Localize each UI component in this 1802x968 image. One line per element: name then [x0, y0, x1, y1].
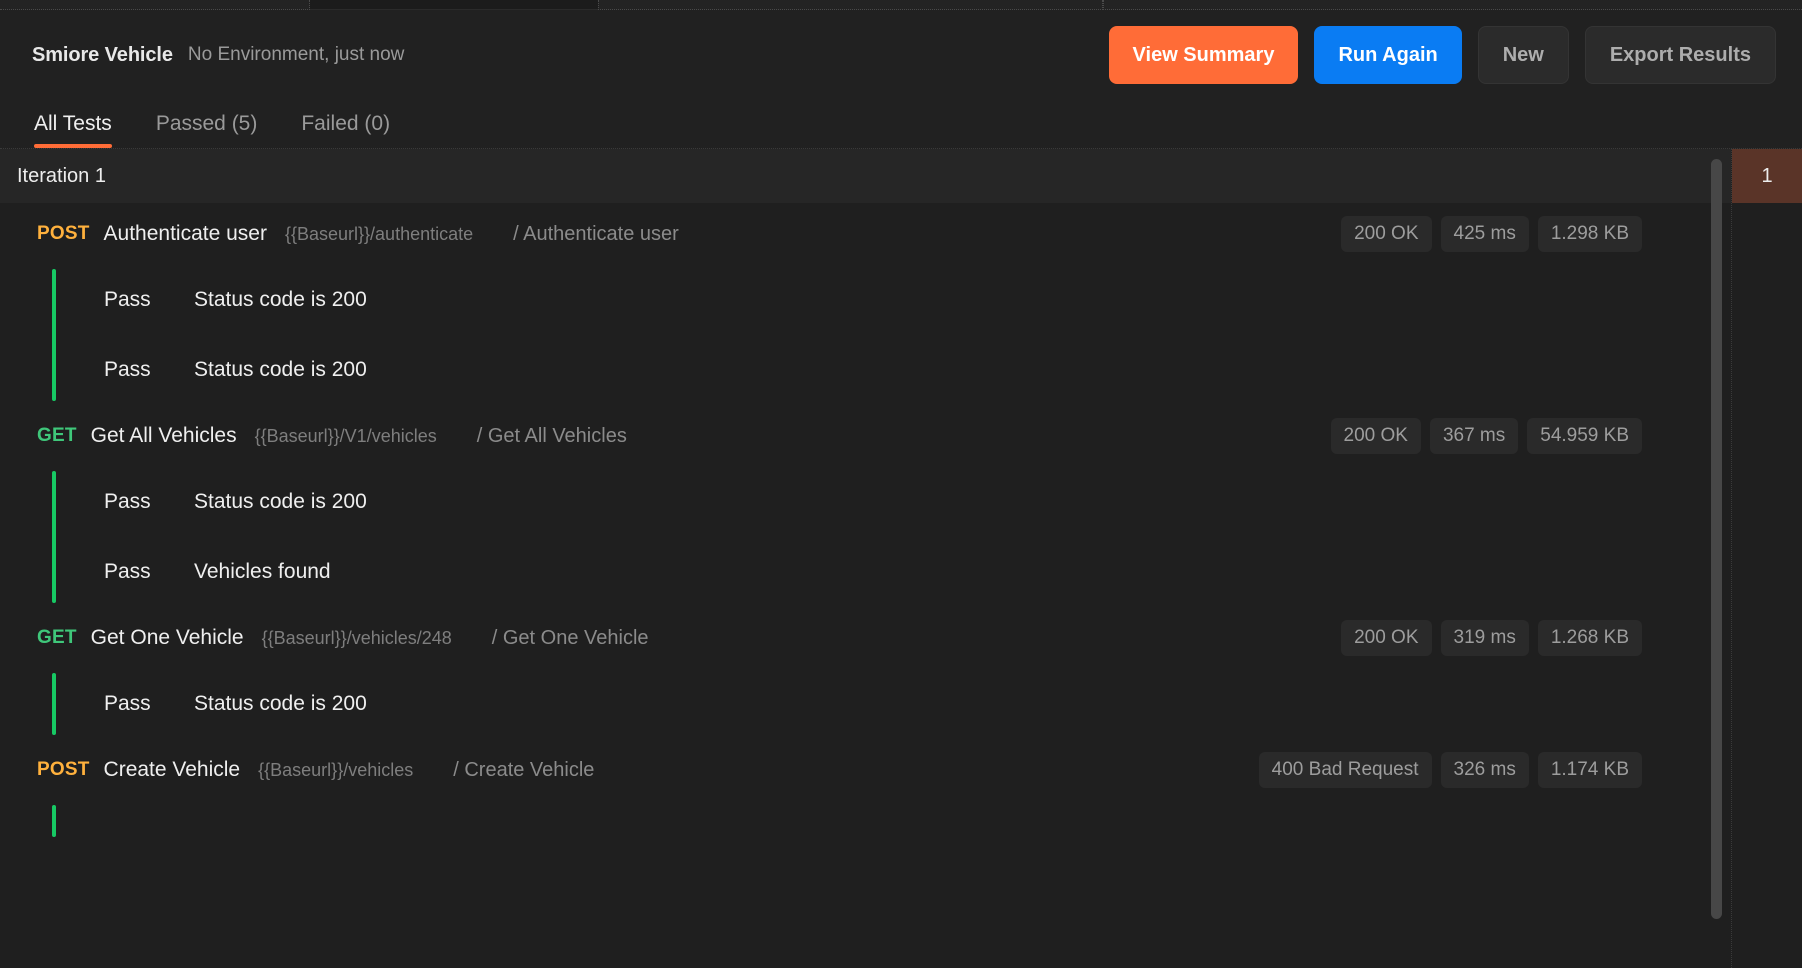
assertion-text: Status code is 200	[194, 288, 367, 311]
request-row[interactable]: POST Create Vehicle {{Baseurl}}/vehicles / …	[0, 739, 1731, 801]
response-size-badge: 1.298 KB	[1537, 216, 1642, 252]
assertion-row: Pass Status code is 200	[52, 265, 1731, 335]
request-group: POST Create Vehicle {{Baseurl}}/vehicles / …	[0, 739, 1731, 841]
run-meta: No Environment, just now	[187, 44, 405, 65]
request-name: Get All Vehicles	[90, 424, 237, 447]
request-list: POST Authenticate user {{Baseurl}}/authent…	[0, 203, 1731, 841]
results-pane: Iteration 1 POST Authenticate user {{Baseu…	[0, 149, 1732, 968]
assertion-result: Pass	[104, 490, 151, 513]
runner-results-window: Smiore Vehicle No Environment, just now …	[0, 0, 1802, 968]
response-time-badge: 425 ms	[1440, 216, 1529, 252]
request-url: {{Baseurl}}/authenticate	[284, 223, 474, 244]
response-time-badge: 319 ms	[1440, 620, 1529, 656]
request-badges: 200 OK 367 ms 54.959 KB	[1330, 418, 1732, 454]
request-group: GET Get One Vehicle {{Baseurl}}/vehicles/2…	[0, 607, 1731, 739]
runner-header-top: Smiore Vehicle No Environment, just now …	[32, 24, 1776, 86]
request-folder-path: / Authenticate user	[513, 222, 679, 245]
view-summary-button[interactable]: View Summary	[1108, 26, 1299, 84]
results-scrollbar-thumb[interactable]	[1711, 159, 1722, 919]
request-method: POST	[37, 759, 90, 780]
results-scrollbar[interactable]	[1709, 149, 1723, 968]
request-row[interactable]: GET Get All Vehicles {{Baseurl}}/V1/vehicl…	[0, 405, 1731, 467]
assertion-row: Pass Status code is 200	[52, 669, 1731, 739]
assertion-list: Pass Status code is 200 Pass Vehicles found	[0, 467, 1731, 607]
assertion-pass-bar	[52, 673, 56, 735]
results-tabs: All Tests Passed (5) Failed (0)	[32, 86, 1776, 148]
status-badge: 200 OK	[1330, 418, 1421, 454]
assertion-row: Pass Status code is 200	[52, 467, 1731, 537]
request-url: {{Baseurl}}/vehicles/248	[261, 627, 452, 648]
assertion-pass-bar	[52, 805, 56, 837]
window-tab-ghost-2[interactable]	[598, 0, 1103, 10]
assertion-result: Pass	[104, 358, 151, 381]
request-url: {{Baseurl}}/vehicles	[258, 759, 414, 780]
request-badges: 200 OK 425 ms 1.298 KB	[1341, 216, 1731, 252]
iteration-sidebar: 1	[1732, 149, 1802, 968]
assertion-result: Pass	[104, 692, 151, 715]
assertion-row: Pass Vehicles found	[52, 537, 1731, 607]
assertion-pass-bar	[52, 269, 56, 401]
response-time-badge: 326 ms	[1440, 752, 1529, 788]
request-badges: 200 OK 319 ms 1.268 KB	[1341, 620, 1731, 656]
request-group: POST Authenticate user {{Baseurl}}/authent…	[0, 203, 1731, 405]
sidebar-item-iteration-1[interactable]: 1	[1732, 149, 1802, 203]
export-results-button[interactable]: Export Results	[1584, 26, 1776, 84]
header-actions: View Summary Run Again New Export Result…	[1108, 26, 1776, 84]
request-method: GET	[37, 627, 77, 648]
runner-header: Smiore Vehicle No Environment, just now …	[0, 10, 1802, 148]
response-size-badge: 1.268 KB	[1537, 620, 1642, 656]
request-name: Get One Vehicle	[90, 626, 244, 649]
assertion-result: Pass	[104, 560, 151, 583]
assertion-list: Pass Status code is 200	[0, 669, 1731, 739]
status-badge: 400 Bad Request	[1258, 752, 1432, 788]
tab-passed[interactable]: Passed (5)	[156, 112, 258, 148]
request-name: Create Vehicle	[103, 758, 241, 781]
window-tab-ghost-1[interactable]	[0, 0, 310, 10]
assertion-text: Status code is 200	[194, 692, 367, 715]
iteration-label: Iteration 1	[17, 164, 106, 187]
response-time-badge: 367 ms	[1429, 418, 1519, 454]
status-badge: 200 OK	[1341, 216, 1432, 252]
run-again-button[interactable]: Run Again	[1314, 26, 1462, 84]
assertion-text: Vehicles found	[194, 560, 331, 583]
assertion-text: Status code is 200	[194, 358, 367, 381]
assertion-text: Status code is 200	[194, 490, 367, 513]
request-name: Authenticate user	[103, 222, 267, 245]
response-size-badge: 1.174 KB	[1537, 752, 1642, 788]
iteration-header: Iteration 1	[0, 149, 1731, 203]
assertion-result: Pass	[104, 288, 151, 311]
request-folder-path: / Get One Vehicle	[491, 626, 649, 649]
assertion-row: Pass Status code is 200	[52, 335, 1731, 405]
request-row[interactable]: POST Authenticate user {{Baseurl}}/authent…	[0, 203, 1731, 265]
request-method: POST	[37, 223, 90, 244]
request-folder-path: / Get All Vehicles	[476, 424, 627, 447]
tab-failed[interactable]: Failed (0)	[301, 112, 390, 148]
request-badges: 400 Bad Request 326 ms 1.174 KB	[1258, 752, 1731, 788]
status-badge: 200 OK	[1341, 620, 1432, 656]
results-body: Iteration 1 POST Authenticate user {{Baseu…	[0, 148, 1802, 968]
window-tab-ghost-3[interactable]	[1103, 0, 1802, 10]
response-size-badge: 54.959 KB	[1527, 418, 1642, 454]
request-group: GET Get All Vehicles {{Baseurl}}/V1/vehicl…	[0, 405, 1731, 607]
assertion-list	[0, 801, 1731, 841]
request-method: GET	[37, 425, 77, 446]
new-button[interactable]: New	[1477, 26, 1569, 84]
request-row[interactable]: GET Get One Vehicle {{Baseurl}}/vehicles/2…	[0, 607, 1731, 669]
assertion-pass-bar	[52, 471, 56, 603]
request-url: {{Baseurl}}/V1/vehicles	[254, 425, 437, 446]
run-title: Smiore Vehicle	[32, 43, 173, 66]
request-folder-path: / Create Vehicle	[453, 758, 595, 781]
window-tab-strip	[0, 0, 1802, 10]
tab-all-tests[interactable]: All Tests	[34, 112, 112, 148]
assertion-list: Pass Status code is 200 Pass Status code is…	[0, 265, 1731, 405]
